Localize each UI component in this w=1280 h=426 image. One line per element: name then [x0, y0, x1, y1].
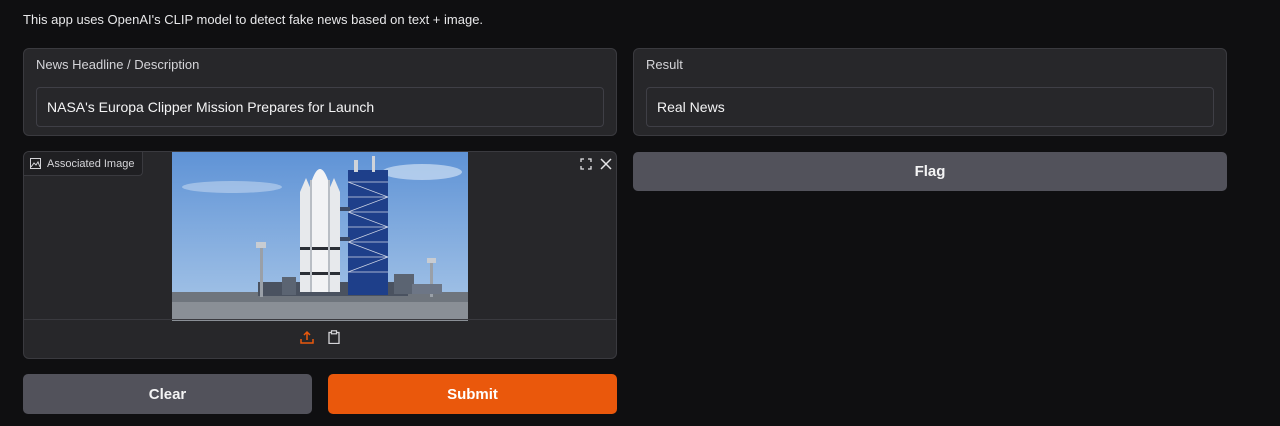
submit-button[interactable]: Submit [328, 374, 617, 414]
rocket-launch-image [172, 152, 468, 321]
app-description: This app uses OpenAI's CLIP model to det… [23, 12, 484, 27]
headline-panel: News Headline / Description NASA's Europ… [23, 48, 617, 136]
launch-photo [172, 152, 468, 321]
clipboard-icon[interactable] [328, 329, 340, 349]
image-toolbar [24, 319, 616, 358]
headline-input[interactable]: NASA's Europa Clipper Mission Prepares f… [36, 87, 604, 127]
result-output[interactable]: Real News [646, 87, 1214, 127]
result-label: Result [646, 57, 683, 72]
close-icon[interactable] [598, 156, 614, 172]
headline-label: News Headline / Description [36, 57, 200, 72]
upload-icon[interactable] [300, 330, 314, 349]
fullscreen-icon[interactable] [578, 156, 594, 172]
image-label: Associated Image [24, 152, 144, 176]
image-icon [30, 158, 41, 169]
flag-button[interactable]: Flag [633, 152, 1227, 191]
image-label-text: Associated Image [47, 157, 135, 170]
clear-button[interactable]: Clear [23, 374, 312, 414]
result-panel: Result Real News [633, 48, 1227, 136]
image-panel: Associated Image [23, 151, 617, 359]
